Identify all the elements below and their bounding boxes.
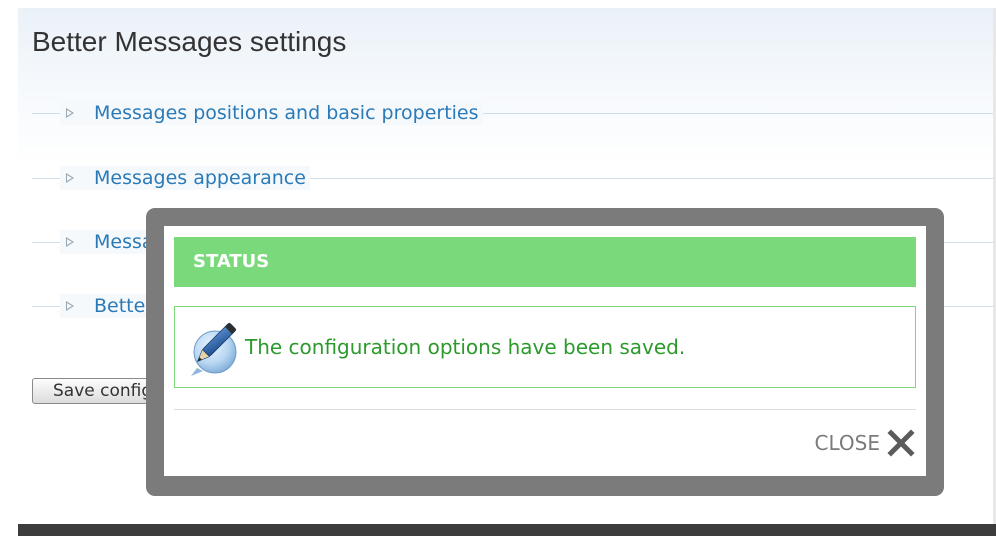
status-message: The configuration options have been save… xyxy=(245,335,686,359)
fieldset-positions: Messages positions and basic properties xyxy=(32,101,996,125)
close-icon xyxy=(887,429,915,457)
close-button[interactable]: CLOSE xyxy=(815,426,916,460)
status-modal-content: STATUS The configuration options have be… xyxy=(164,226,926,476)
pencil-icon xyxy=(191,322,237,376)
collapse-triangle-icon xyxy=(66,237,74,247)
fieldset-label: Messages positions and basic properties xyxy=(94,102,479,124)
fieldset-toggle-appearance[interactable]: Messages appearance xyxy=(60,166,310,190)
fieldset-toggle-positions[interactable]: Messages positions and basic properties xyxy=(60,101,483,125)
bottom-bar xyxy=(18,524,996,536)
collapse-triangle-icon xyxy=(66,108,74,118)
fieldset-label: Messages appearance xyxy=(94,167,306,189)
fieldset-appearance: Messages appearance xyxy=(32,166,996,190)
modal-divider xyxy=(174,409,916,410)
close-label: CLOSE xyxy=(814,431,880,455)
collapse-triangle-icon xyxy=(66,301,74,311)
status-header: STATUS xyxy=(174,237,916,287)
collapse-triangle-icon xyxy=(66,173,74,183)
page-title: Better Messages settings xyxy=(32,26,347,57)
status-message-box: The configuration options have been save… xyxy=(174,306,916,388)
status-modal: STATUS The configuration options have be… xyxy=(146,208,944,496)
